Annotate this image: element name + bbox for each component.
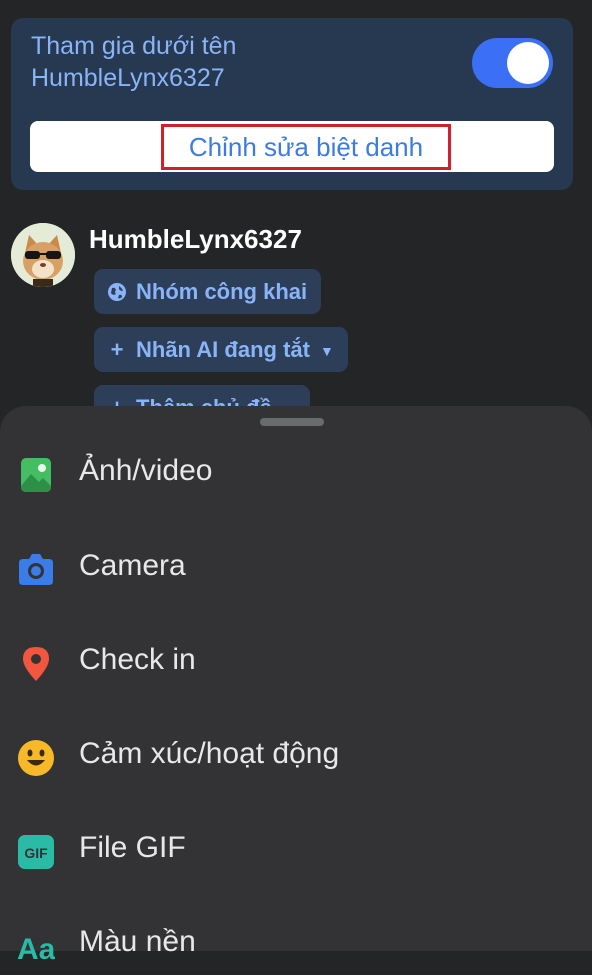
globe-icon — [106, 269, 128, 314]
ai-label-chip-label: Nhãn AI đang tắt — [136, 337, 310, 362]
author-name: HumbleLynx6327 — [89, 224, 302, 254]
svg-text:Aa: Aa — [17, 933, 55, 965]
sheet-item-label: File GIF — [79, 831, 186, 864]
sheet-item-label: Cảm xúc/hoạt động — [79, 737, 340, 770]
audience-chip[interactable]: Nhóm công khai — [94, 269, 322, 314]
cat-avatar-icon — [11, 223, 75, 287]
sheet-item-label: Check in — [79, 643, 196, 676]
sheet-item-gif[interactable]: GIF File GIF — [0, 821, 592, 881]
gif-icon: GIF — [18, 835, 54, 869]
sheet-item-label: Camera — [79, 549, 186, 582]
sheet-item-feeling-activity[interactable]: Cảm xúc/hoạt động — [0, 727, 592, 787]
toggle-knob — [507, 42, 549, 84]
svg-text:GIF: GIF — [24, 845, 48, 861]
sheet-item-check-in[interactable]: Check in — [0, 633, 592, 693]
edit-nickname-button[interactable]: Chỉnh sửa biệt danh — [30, 121, 554, 172]
anonymous-posting-card: Tham gia dưới tên HumbleLynx6327 Chỉnh s… — [11, 18, 573, 190]
edit-nickname-label: Chỉnh sửa biệt danh — [161, 124, 451, 170]
plus-icon: + — [110, 337, 124, 362]
text-style-icon: Aa — [17, 933, 55, 965]
join-as-label: Tham gia dưới tên HumbleLynx6327 — [31, 32, 237, 92]
sheet-item-label: Màu nền — [79, 925, 196, 958]
location-pin-icon — [23, 647, 49, 681]
avatar — [11, 223, 75, 287]
audience-chip-label: Nhóm công khai — [136, 279, 308, 304]
photo-icon — [21, 458, 51, 492]
caret-down-icon: ▼ — [319, 342, 334, 359]
ai-label-chip[interactable]: + Nhãn AI đang tắt ▼ — [94, 327, 348, 372]
sheet-item-photo-video[interactable]: Ảnh/video — [0, 444, 592, 504]
smiley-icon — [18, 740, 54, 776]
sheet-drag-handle[interactable] — [260, 418, 324, 426]
sheet-item-background-color[interactable]: Aa Màu nền — [0, 915, 592, 975]
sheet-item-label: Ảnh/video — [79, 454, 213, 487]
anonymous-toggle[interactable] — [472, 38, 553, 88]
attachment-bottom-sheet: Ảnh/video Camera Check in Cảm xúc/hoạt đ… — [0, 406, 592, 965]
sheet-item-camera[interactable]: Camera — [0, 539, 592, 599]
camera-icon — [19, 554, 53, 585]
